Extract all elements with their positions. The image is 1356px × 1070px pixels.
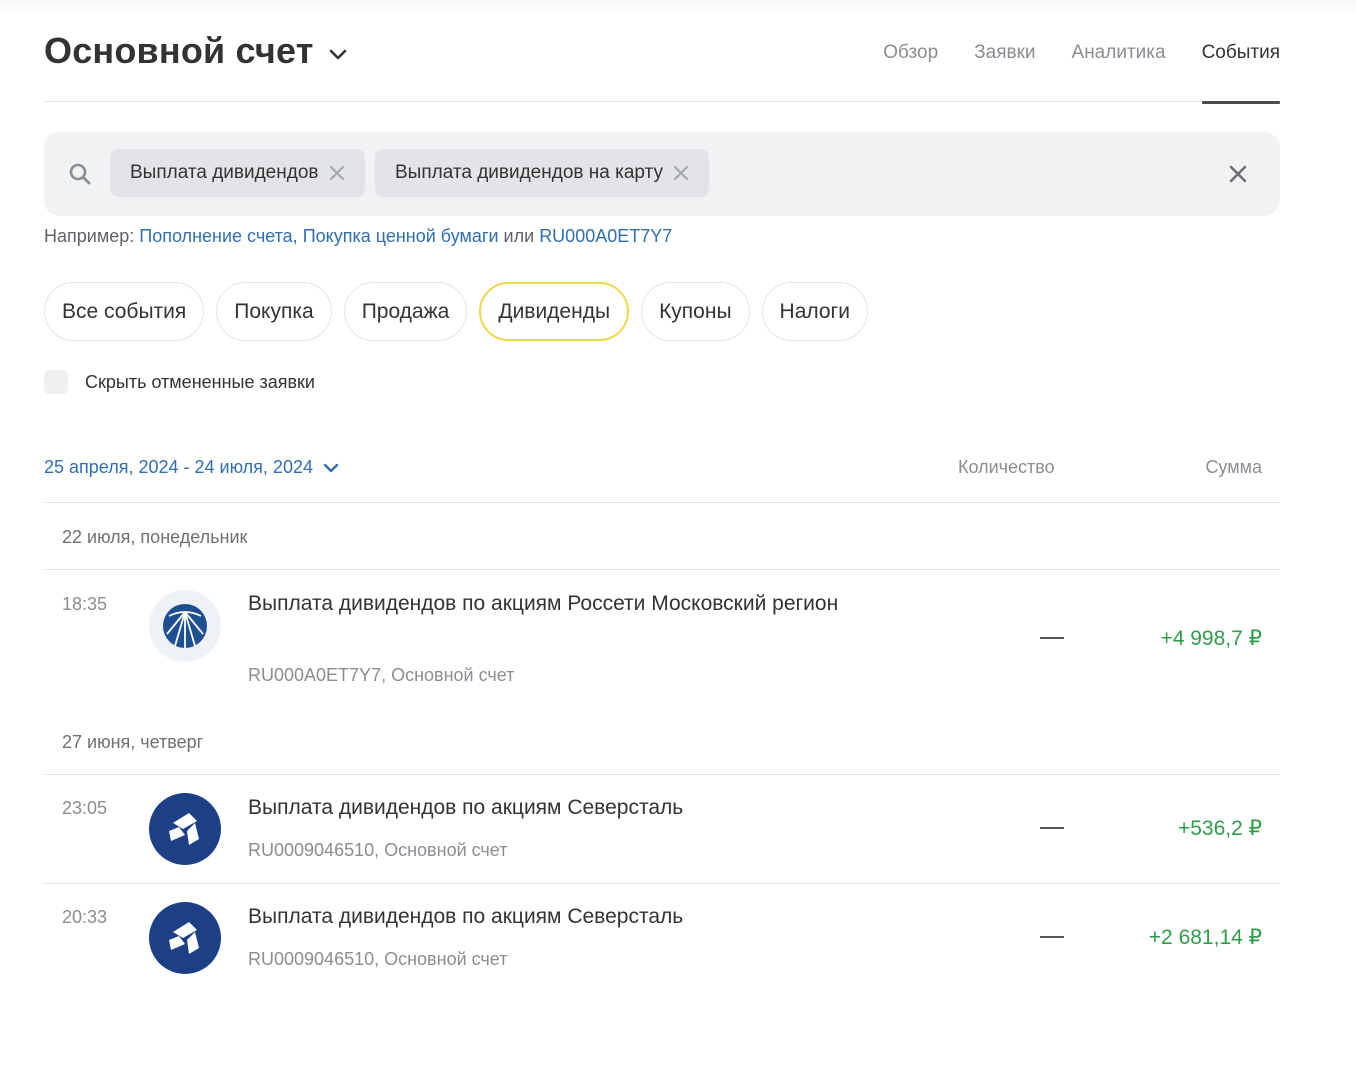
event-subtitle: RU000A0ET7Y7, Основной счет <box>248 665 515 685</box>
event-amount: +2 681,14 ₽ <box>1148 926 1262 949</box>
event-time: 20:33 <box>62 907 108 927</box>
search-icon <box>69 163 91 185</box>
account-selector[interactable]: Основной счет <box>44 30 348 72</box>
column-header-quantity: Количество <box>958 457 1055 477</box>
event-title: Выплата дивидендов по акциям Россети Мос… <box>248 592 839 615</box>
event-amount: +4 998,7 ₽ <box>1160 627 1262 650</box>
filter-taxes[interactable]: Налоги <box>761 282 868 341</box>
event-title: Выплата дивидендов по акциям Северсталь <box>248 796 684 819</box>
tab-overview[interactable]: Обзор <box>883 28 938 102</box>
event-title: Выплата дивидендов по акциям Северсталь <box>248 905 684 928</box>
example-link-deposit[interactable]: Пополнение счета, <box>139 226 297 246</box>
date-range-selector[interactable]: 25 апреля, 2024 - 24 июля, 2024 <box>44 457 339 478</box>
page-header: Основной счет Обзор Заявки Аналитика Соб… <box>44 28 1281 104</box>
column-header-sum: Сумма <box>1205 457 1262 477</box>
example-link-purchase[interactable]: Покупка ценной бумаги <box>303 226 499 246</box>
top-fade <box>0 0 1356 14</box>
filter-purchase[interactable]: Покупка <box>216 282 332 341</box>
tab-analytics[interactable]: Аналитика <box>1072 28 1166 102</box>
event-type-filters: Все события Покупка Продажа Дивиденды Ку… <box>44 282 880 341</box>
close-icon[interactable] <box>329 165 345 181</box>
event-amount: +536,2 ₽ <box>1177 817 1262 840</box>
search-example: Например: Пополнение счета, Покупка ценн… <box>44 226 672 247</box>
day-header: 27 июня, четверг <box>62 732 204 752</box>
hide-cancelled-toggle[interactable]: Скрыть отмененные заявки <box>44 370 315 394</box>
search-chip-dividends-card[interactable]: Выплата дивидендов на карту <box>375 149 709 197</box>
event-subtitle: RU0009046510, Основной счет <box>248 840 508 860</box>
example-prefix: Например: <box>44 226 135 246</box>
event-quantity-dash <box>1040 936 1064 938</box>
day-header: 22 июля, понедельник <box>62 527 248 547</box>
hide-cancelled-checkbox[interactable] <box>44 370 68 394</box>
event-quantity-dash <box>1040 637 1064 639</box>
tab-events[interactable]: События <box>1201 28 1281 104</box>
close-icon[interactable] <box>673 165 689 181</box>
example-link-isin[interactable]: RU000A0ET7Y7 <box>539 226 672 246</box>
clear-search-icon[interactable] <box>1228 164 1248 189</box>
divider <box>44 883 1280 884</box>
filter-sale[interactable]: Продажа <box>343 282 468 341</box>
event-time: 18:35 <box>62 594 108 614</box>
severstal-logo <box>149 902 221 974</box>
severstal-logo <box>149 793 221 865</box>
hide-cancelled-label: Скрыть отмененные заявки <box>85 371 315 392</box>
chip-label: Выплата дивидендов <box>130 162 319 183</box>
event-row[interactable]: 20:33 Выплата дивидендов по акциям Север… <box>44 902 1280 983</box>
date-range-label: 25 апреля, 2024 - 24 июля, 2024 <box>44 457 313 477</box>
example-connector: или <box>503 226 535 246</box>
search-chip-dividends[interactable]: Выплата дивидендов <box>110 149 365 197</box>
event-quantity-dash <box>1040 827 1064 829</box>
divider <box>44 774 1280 775</box>
chevron-down-icon <box>323 463 339 472</box>
filter-dividends[interactable]: Дивиденды <box>479 282 630 341</box>
chip-label: Выплата дивидендов на карту <box>395 162 663 183</box>
divider <box>44 569 1280 570</box>
search-field[interactable]: Выплата дивидендов Выплата дивидендов на… <box>44 132 1280 216</box>
page-title: Основной счет <box>44 30 314 71</box>
chevron-down-icon <box>329 49 346 60</box>
event-row[interactable]: 23:05 Выплата дивидендов по акциям Север… <box>44 793 1280 874</box>
event-subtitle: RU0009046510, Основной счет <box>248 949 508 969</box>
tab-orders[interactable]: Заявки <box>974 28 1035 102</box>
event-row[interactable]: 18:35 Выплата дивидендов по акциям Россе… <box>44 590 1280 700</box>
filter-coupons[interactable]: Купоны <box>641 282 750 341</box>
filter-all-events[interactable]: Все события <box>44 282 205 341</box>
divider <box>44 502 1280 503</box>
event-time: 23:05 <box>62 798 108 818</box>
section-tabs: Обзор Заявки Аналитика События <box>847 28 1281 104</box>
rosseti-logo <box>149 590 221 662</box>
